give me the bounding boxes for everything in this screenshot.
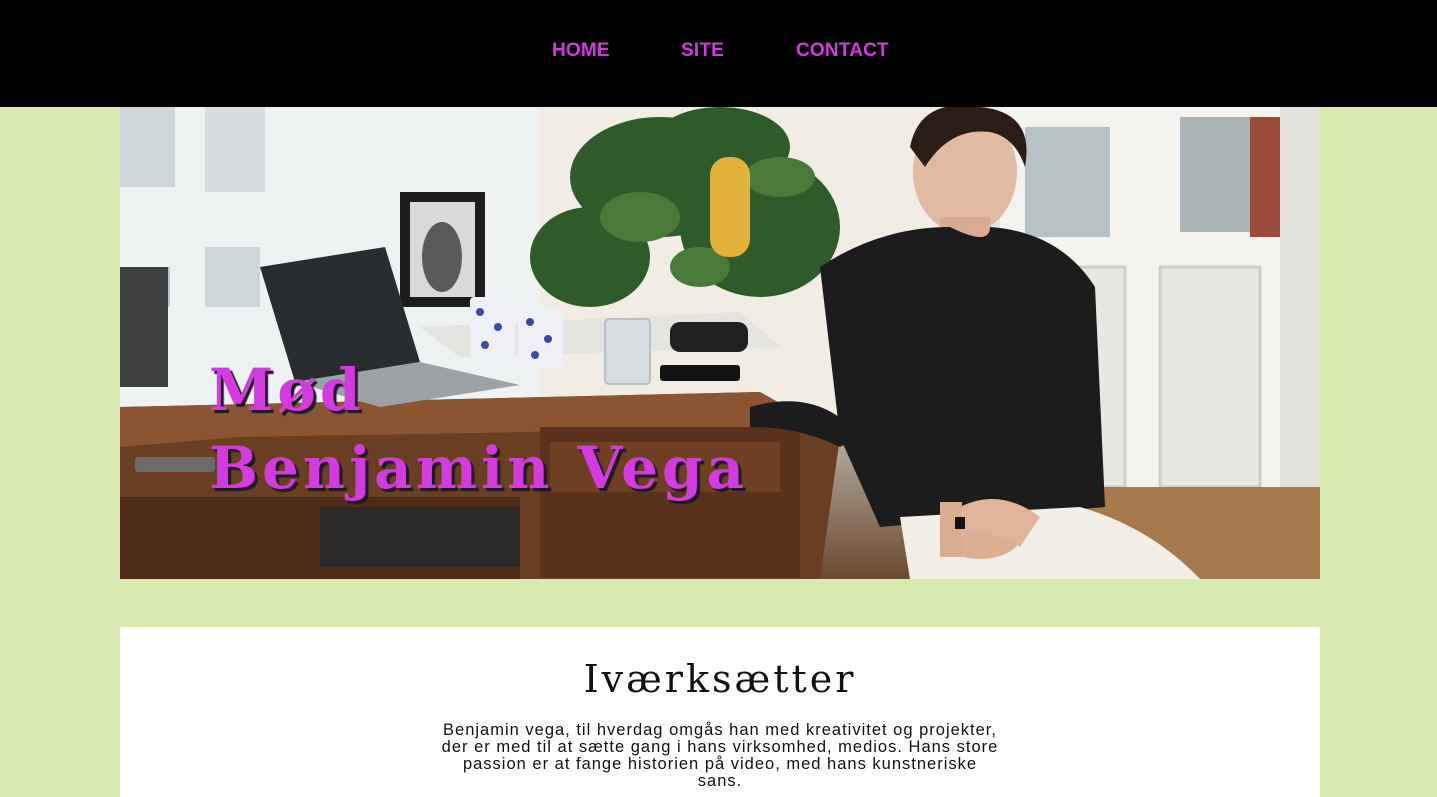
hero-photo bbox=[120, 107, 1320, 579]
hero-banner: Mød Benjamin Vega bbox=[120, 107, 1320, 579]
top-navigation-bar: HOME SITE CONTACT bbox=[0, 0, 1437, 107]
hero-title-line2: Benjamin Vega bbox=[209, 434, 749, 502]
nav-home-link[interactable]: HOME bbox=[552, 40, 610, 62]
hero-title-line1: Mød bbox=[209, 356, 365, 424]
intro-heading: Iværksætter bbox=[583, 657, 857, 701]
nav-contact-link[interactable]: CONTACT bbox=[796, 40, 889, 62]
intro-body-text: Benjamin vega, til hverdag omgås han med… bbox=[441, 721, 999, 790]
nav-site-link[interactable]: SITE bbox=[681, 40, 724, 62]
hero-title: Mød Benjamin Vega bbox=[209, 351, 748, 507]
intro-card: Iværksætter Benjamin vega, til hverdag o… bbox=[120, 627, 1320, 797]
